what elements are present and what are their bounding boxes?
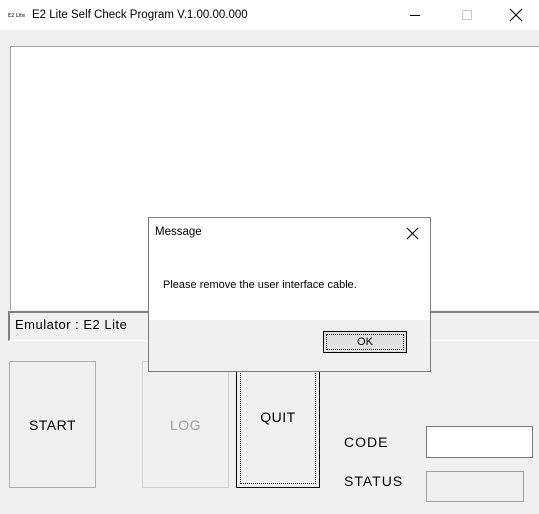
minimize-icon (410, 15, 420, 16)
log-button[interactable]: LOG (142, 361, 229, 488)
window-title: E2 Lite Self Check Program V.1.00.00.000 (32, 9, 248, 21)
status-label: STATUS (344, 473, 404, 489)
dialog-message: Please remove the user interface cable. (163, 279, 357, 291)
dialog-close-button[interactable] (404, 225, 420, 241)
maximize-button[interactable] (444, 0, 490, 30)
start-button[interactable]: START (9, 361, 96, 488)
app-icon-text: E2 Lite (8, 13, 26, 19)
main-content: Emulator : E2 Lite START LOG QUIT CODE S… (8, 30, 539, 514)
start-button-label: START (28, 416, 77, 433)
close-button[interactable] (493, 0, 539, 30)
ok-button-label: OK (357, 336, 373, 348)
minimize-button[interactable] (392, 0, 438, 30)
ok-button[interactable]: OK (323, 331, 407, 353)
app-icon: E2 Lite (8, 12, 26, 21)
code-field[interactable] (426, 426, 533, 458)
close-icon (406, 227, 418, 239)
quit-button-label: QUIT (260, 408, 296, 425)
maximize-icon (462, 10, 472, 20)
emulator-label: Emulator : E2 Lite (15, 317, 128, 332)
focus-rectangle (240, 365, 316, 484)
code-label: CODE (344, 434, 389, 450)
quit-button[interactable]: QUIT (236, 361, 320, 488)
message-dialog: Message Please remove the user interface… (148, 217, 431, 372)
log-button-label: LOG (169, 416, 202, 433)
status-field (426, 471, 524, 502)
dialog-title: Message (155, 226, 202, 238)
close-icon (509, 8, 523, 22)
dialog-footer: OK (149, 320, 430, 371)
title-bar: E2 Lite E2 Lite Self Check Program V.1.0… (0, 0, 539, 30)
